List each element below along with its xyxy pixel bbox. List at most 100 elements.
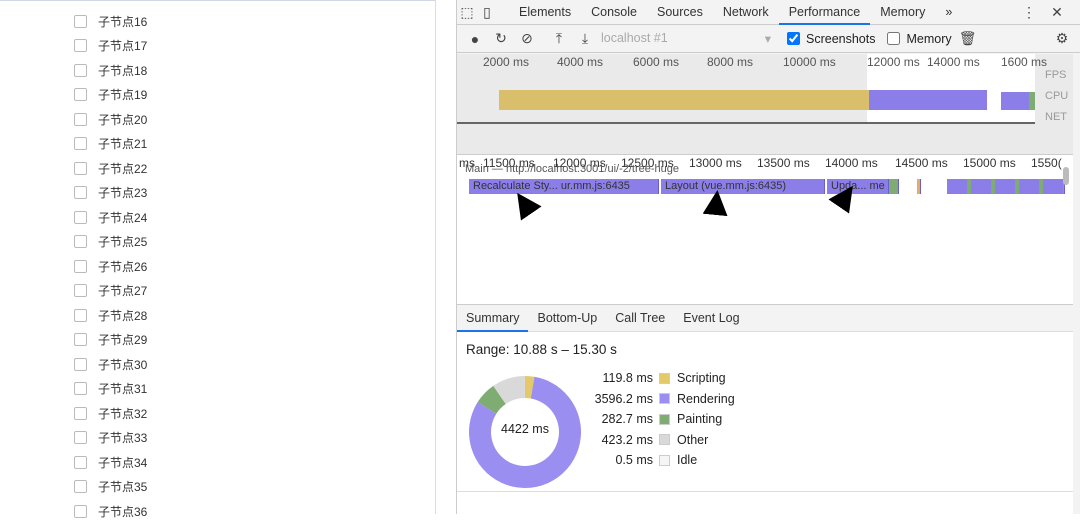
kebab-menu-icon[interactable]: ⋮ xyxy=(1019,4,1039,21)
tab-performance[interactable]: Performance xyxy=(779,0,871,25)
tab-memory[interactable]: Memory xyxy=(870,0,935,25)
tree-node-checkbox[interactable] xyxy=(74,309,87,322)
tree-node-checkbox[interactable] xyxy=(74,186,87,199)
clear-icon[interactable]: ⊘ xyxy=(517,30,537,47)
tab-network[interactable]: Network xyxy=(713,0,779,25)
flame-tick-label: 14000 ms xyxy=(825,156,878,170)
flame-tick-label: 1550( xyxy=(1031,156,1062,170)
tree-node-checkbox[interactable] xyxy=(74,431,87,444)
tree-node[interactable]: 子节点27 xyxy=(74,281,147,301)
tree-node[interactable]: 子节点28 xyxy=(74,305,147,325)
overview-tick-label: ms xyxy=(1031,55,1047,69)
more-tabs-button[interactable]: » xyxy=(935,0,962,25)
tab-bottom-up[interactable]: Bottom-Up xyxy=(528,305,606,332)
device-toggle-icon[interactable]: ▯ xyxy=(477,4,497,21)
flame-bar-update[interactable]: Upda... me xyxy=(827,179,889,194)
trash-icon[interactable]: 🗑 xyxy=(958,30,978,47)
flame-bar-paint[interactable] xyxy=(889,179,899,194)
flame-bar-recalculate-style[interactable]: Recalculate Sty... ur.mm.js:6435 xyxy=(469,179,659,194)
timeline-overview[interactable]: 2000 ms4000 ms6000 ms8000 ms10000 ms1200… xyxy=(457,54,1073,154)
tree-node-label: 子节点31 xyxy=(98,380,147,397)
tab-event-log[interactable]: Event Log xyxy=(674,305,748,332)
legend-value: 0.5 ms xyxy=(587,453,653,467)
tree-node-checkbox[interactable] xyxy=(74,260,87,273)
flame-bar-group[interactable] xyxy=(947,179,1065,194)
legend-label: Idle xyxy=(677,453,697,467)
tree-node-checkbox[interactable] xyxy=(74,113,87,126)
overview-tick-label: 10000 ms xyxy=(783,55,836,69)
tree-node-checkbox[interactable] xyxy=(74,88,87,101)
tree-node[interactable]: 子节点36 xyxy=(74,501,147,521)
tree-node[interactable]: 子节点19 xyxy=(74,85,147,105)
tree-node[interactable]: 子节点29 xyxy=(74,330,147,350)
tree-node-checkbox[interactable] xyxy=(74,39,87,52)
tab-call-tree[interactable]: Call Tree xyxy=(606,305,674,332)
range-text: Range: 10.88 s – 15.30 s xyxy=(466,342,617,357)
flame-scrollbar[interactable] xyxy=(1063,167,1069,185)
flame-chart[interactable]: ms11500 ms12000 ms12500 ms13000 ms13500 … xyxy=(457,154,1073,304)
tree-node[interactable]: 子节点17 xyxy=(74,36,147,56)
tree-node-label: 子节点32 xyxy=(98,405,147,422)
legend-swatch xyxy=(659,414,670,425)
tab-summary[interactable]: Summary xyxy=(457,305,528,332)
tab-elements[interactable]: Elements xyxy=(509,0,581,25)
tree-node-checkbox[interactable] xyxy=(74,235,87,248)
flame-tick-label: 13500 ms xyxy=(757,156,810,170)
tree-node[interactable]: 子节点21 xyxy=(74,134,147,154)
overview-tick-label: 2000 ms xyxy=(483,55,529,69)
overview-tick-label: 14000 ms xyxy=(927,55,980,69)
main-track-label[interactable]: Main — http://localhost:3001/ui/-2/tree-… xyxy=(465,163,679,175)
tree-node-label: 子节点23 xyxy=(98,184,147,201)
legend-swatch xyxy=(659,455,670,466)
tree-node-checkbox[interactable] xyxy=(74,505,87,518)
tree-node[interactable]: 子节点33 xyxy=(74,428,147,448)
tree-node[interactable]: 子节点26 xyxy=(74,256,147,276)
tree-node-checkbox[interactable] xyxy=(74,333,87,346)
tree-node[interactable]: 子节点22 xyxy=(74,158,147,178)
settings-gear-icon[interactable]: ⚙ xyxy=(1052,30,1072,47)
flame-tick-label: 13000 ms xyxy=(689,156,742,170)
tree-node-checkbox[interactable] xyxy=(74,162,87,175)
scrollbar[interactable] xyxy=(1073,54,1080,514)
tree-node-checkbox[interactable] xyxy=(74,211,87,224)
legend-label: Painting xyxy=(677,412,722,426)
tree-node-checkbox[interactable] xyxy=(74,284,87,297)
close-icon[interactable]: ✕ xyxy=(1047,4,1067,21)
flame-bar-script[interactable] xyxy=(917,179,921,194)
tree-node[interactable]: 子节点16 xyxy=(74,11,147,31)
reload-record-icon[interactable]: ↻ xyxy=(491,30,511,47)
inspect-icon[interactable]: ⬚ xyxy=(457,4,477,21)
tab-console[interactable]: Console xyxy=(581,0,647,25)
tree-node-checkbox[interactable] xyxy=(74,15,87,28)
record-icon[interactable]: ● xyxy=(465,31,485,47)
tree-node[interactable]: 子节点23 xyxy=(74,183,147,203)
tree-node-checkbox[interactable] xyxy=(74,480,87,493)
recording-select[interactable]: localhost #1▾ xyxy=(601,31,771,46)
overview-track-label: FPS xyxy=(1045,69,1066,81)
tree-node-label: 子节点34 xyxy=(98,454,147,471)
screenshots-checkbox[interactable] xyxy=(787,32,800,45)
tree-node[interactable]: 子节点20 xyxy=(74,109,147,129)
tree-node[interactable]: 子节点31 xyxy=(74,379,147,399)
memory-checkbox[interactable] xyxy=(887,32,900,45)
tree-node-checkbox[interactable] xyxy=(74,456,87,469)
tree-node-checkbox[interactable] xyxy=(74,382,87,395)
tree-node-label: 子节点28 xyxy=(98,307,147,324)
download-icon[interactable]: ⤓ xyxy=(575,30,595,47)
tree-node-checkbox[interactable] xyxy=(74,358,87,371)
tab-sources[interactable]: Sources xyxy=(647,0,713,25)
tree-node[interactable]: 子节点35 xyxy=(74,477,147,497)
tree-node-checkbox[interactable] xyxy=(74,137,87,150)
tree-node[interactable]: 子节点32 xyxy=(74,403,147,423)
tree-node[interactable]: 子节点25 xyxy=(74,232,147,252)
tree-node-checkbox[interactable] xyxy=(74,64,87,77)
tree-node[interactable]: 子节点30 xyxy=(74,354,147,374)
tree-node[interactable]: 子节点34 xyxy=(74,452,147,472)
tree-node[interactable]: 子节点18 xyxy=(74,60,147,80)
tree-node-label: 子节点29 xyxy=(98,331,147,348)
legend-swatch xyxy=(659,393,670,404)
flame-bar-layout[interactable]: Layout (vue.mm.js:6435) xyxy=(661,179,825,194)
upload-icon[interactable]: ⤒ xyxy=(549,30,569,47)
tree-node[interactable]: 子节点24 xyxy=(74,207,147,227)
tree-node-checkbox[interactable] xyxy=(74,407,87,420)
